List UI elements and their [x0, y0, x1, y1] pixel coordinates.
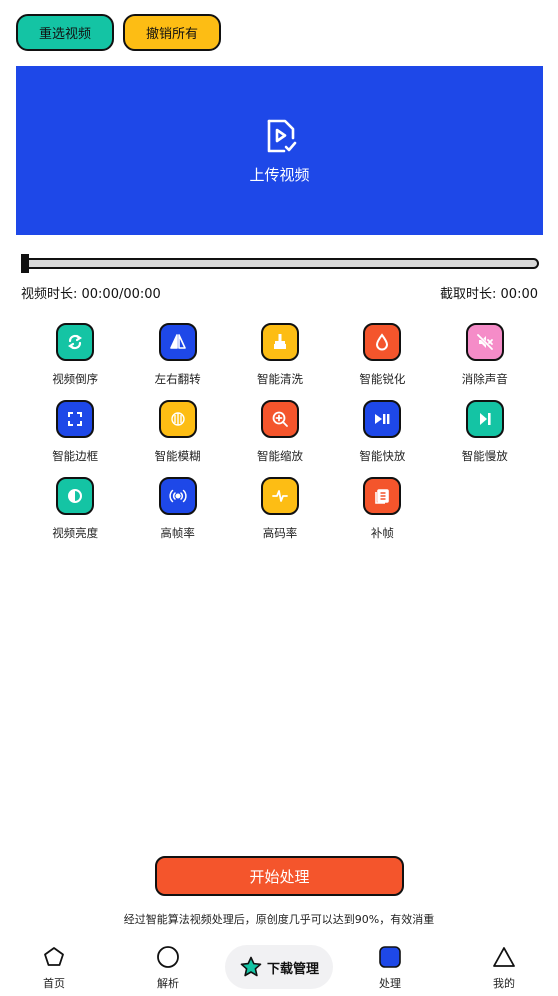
- pentagon-icon: [44, 947, 64, 966]
- tool-flip[interactable]: 左右翻转: [126, 323, 228, 387]
- tool-label: 智能模糊: [154, 449, 201, 463]
- circle-icon: [157, 946, 179, 968]
- flip-icon: [158, 323, 197, 361]
- drop-icon: [363, 323, 402, 361]
- tool-sharpen[interactable]: 智能锐化: [331, 323, 433, 387]
- tab-mine-label: 我的: [493, 977, 515, 990]
- slow-play-icon: [465, 400, 504, 438]
- tool-label: 高码率: [262, 526, 298, 540]
- tab-parse-label: 解析: [157, 977, 179, 990]
- broadcast-icon: [158, 477, 197, 515]
- start-process-button[interactable]: 开始处理: [155, 856, 404, 896]
- tool-mute[interactable]: 消除声音: [434, 323, 536, 387]
- tool-clean[interactable]: 智能清洗: [229, 323, 331, 387]
- tool-label: 智能快放: [359, 449, 406, 463]
- tab-process[interactable]: 处理: [360, 945, 420, 991]
- mute-icon: [465, 323, 504, 361]
- tool-label: 视频倒序: [52, 372, 99, 386]
- tool-reverse[interactable]: 视频倒序: [24, 323, 126, 387]
- tool-label: 智能边框: [52, 449, 99, 463]
- tool-zoom[interactable]: 智能缩放: [229, 400, 331, 464]
- clip-duration-text: 截取时长: 00:00: [440, 287, 538, 302]
- tab-mine[interactable]: 我的: [474, 945, 534, 991]
- tool-label: 智能慢放: [461, 449, 508, 463]
- tool-border[interactable]: 智能边框: [24, 400, 126, 464]
- upload-video-area[interactable]: 上传视频: [16, 66, 543, 235]
- tool-label: 视频亮度: [52, 526, 99, 540]
- tab-home[interactable]: 首页: [24, 945, 84, 991]
- reverse-icon: [56, 323, 95, 361]
- tool-label: 智能清洗: [256, 372, 303, 386]
- blur-icon: [158, 400, 197, 438]
- tool-interpolate[interactable]: 补帧: [331, 477, 433, 541]
- zoom-icon: [260, 400, 299, 438]
- tool-blur[interactable]: 智能模糊: [126, 400, 228, 464]
- tab-home-label: 首页: [43, 977, 65, 990]
- undo-all-button[interactable]: 撤销所有: [123, 14, 221, 51]
- tool-slow[interactable]: 智能慢放: [434, 400, 536, 464]
- reselect-video-button[interactable]: 重选视频: [16, 14, 114, 51]
- tab-process-label: 处理: [379, 977, 401, 990]
- tool-high-bitrate[interactable]: 高码率: [229, 477, 331, 541]
- star-icon: [240, 956, 262, 977]
- tab-download-manager[interactable]: 下载管理: [225, 945, 333, 989]
- tab-download-label: 下载管理: [266, 961, 319, 977]
- pulse-icon: [260, 477, 299, 515]
- tool-fast[interactable]: 智能快放: [331, 400, 433, 464]
- broom-icon: [260, 323, 299, 361]
- bottom-tabbar: 首页 解析 下载管理 处理 我的: [0, 940, 558, 996]
- triangle-icon: [493, 947, 515, 967]
- fast-forward-icon: [363, 400, 402, 438]
- tool-label: 左右翻转: [154, 372, 201, 386]
- tool-label: 补帧: [370, 526, 394, 540]
- video-duration-text: 视频时长: 00:00/00:00: [21, 287, 161, 302]
- tool-label: 智能缩放: [256, 449, 303, 463]
- square-icon: [379, 946, 401, 968]
- frames-icon: [363, 477, 402, 515]
- tool-label: 高帧率: [160, 526, 195, 540]
- frame-icon: [56, 400, 95, 438]
- tool-label: 智能锐化: [359, 372, 406, 386]
- video-file-check-icon: [267, 119, 296, 153]
- tool-brightness[interactable]: 视频亮度: [24, 477, 126, 541]
- process-note: 经过智能算法视频处理后，原创度几乎可以达到90%，有效消重: [123, 913, 435, 926]
- upload-video-label: 上传视频: [249, 166, 310, 184]
- trim-slider-track[interactable]: [21, 258, 539, 269]
- tool-grid: 视频倒序 左右翻转 智能清洗 智能锐化 消除声音 智能边框 智能模糊 智能缩放 …: [24, 323, 536, 541]
- trim-slider-handle[interactable]: [21, 254, 29, 273]
- tool-high-fps[interactable]: 高帧率: [126, 477, 228, 541]
- brightness-icon: [56, 477, 95, 515]
- tool-label: 消除声音: [461, 372, 508, 386]
- tab-parse[interactable]: 解析: [138, 945, 198, 991]
